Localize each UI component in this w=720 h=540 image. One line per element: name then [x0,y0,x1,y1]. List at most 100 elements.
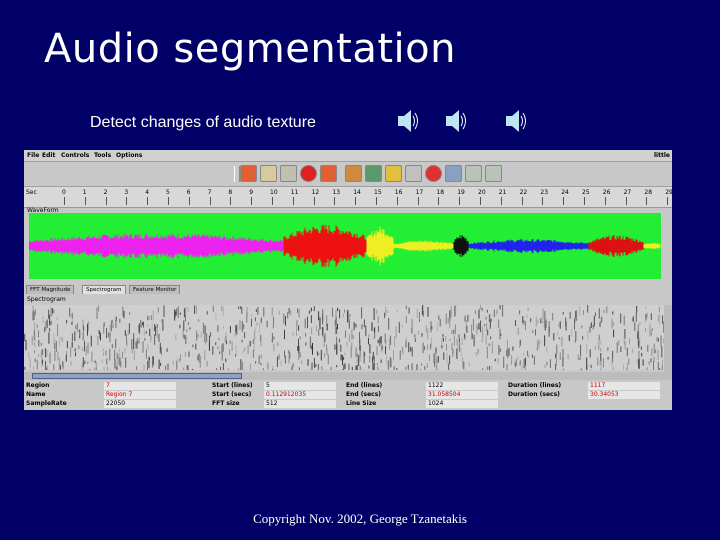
samplerate-value[interactable]: 22050 [104,400,176,408]
spectrogram-stroke [561,337,563,347]
rewind-icon[interactable] [240,165,257,182]
spectrogram-stroke [240,359,242,370]
zoom-in-icon[interactable] [465,165,482,182]
duration-lines-value[interactable]: 1117 [588,382,660,390]
menu-tools[interactable]: Tools [94,152,111,159]
spectrogram-stroke [288,308,290,314]
spectrogram-stroke [127,329,129,336]
menu-options[interactable]: Options [116,152,142,159]
spectrogram-stroke [154,323,156,332]
zoom-out-icon[interactable] [485,165,502,182]
start-secs-value[interactable]: 0.112912035 [264,391,336,399]
start-lines-value[interactable]: 5 [264,382,336,390]
speaker-icon[interactable] [396,108,420,134]
spectrogram-stroke [32,310,34,321]
spectrogram-stroke [38,354,39,358]
spectrogram-stroke [346,341,348,347]
spectrogram-stroke [351,329,353,340]
play-icon[interactable] [320,165,337,182]
time-ruler[interactable]: Sec 0 1 2 3 4 5 6 7 8 9 10 11 12 13 14 15 16 17 18 19 20 21 22… [24,187,672,208]
spectrogram-stroke [600,348,602,352]
spectrogram-stroke [427,344,429,348]
spectrogram-stroke [611,358,613,367]
spectrogram-stroke [188,351,190,357]
pointer-icon[interactable] [260,165,277,182]
horizontal-scrollbar[interactable] [24,372,672,380]
spectrogram-stroke [620,313,622,324]
line-size-value[interactable]: 1024 [426,400,498,408]
spectrogram-stroke [600,359,602,368]
spectrogram-stroke [488,366,490,370]
ruler-tick-label: 27 [623,189,632,196]
speaker-icon[interactable] [444,108,468,134]
spectrogram-stroke [87,323,88,336]
cursor-icon[interactable] [345,165,362,182]
ruler-tick [584,197,585,205]
spectrogram-stroke [478,308,480,319]
spectrogram-stroke [34,358,36,363]
spectrogram-stroke [396,368,398,370]
spectrogram-stroke [204,334,206,345]
spectrogram-stroke [519,310,521,315]
vertical-scrollbar[interactable] [664,305,672,372]
spectrogram-stroke [221,344,223,355]
spectrogram-stroke [451,343,453,351]
duration-secs-value[interactable]: 30.34053 [588,391,660,399]
spectrogram-stroke [639,338,641,344]
cart-icon[interactable] [445,165,462,182]
spectrogram-stroke [574,340,576,343]
scrollbar-thumb[interactable] [32,373,242,379]
grid-icon[interactable] [385,165,402,182]
spectrogram-stroke [540,318,542,322]
spectrogram-stroke [636,358,638,364]
end-lines-value[interactable]: 1122 [426,382,498,390]
spectrogram-stroke [139,330,141,335]
fft-size-value[interactable]: 512 [264,400,336,408]
spectrogram-stroke [305,342,307,346]
spectrogram-stroke [598,334,600,341]
spectrogram-stroke [152,310,154,321]
spectrogram-stroke [352,335,354,339]
menu-file[interactable]: File [27,152,39,159]
spectrogram-view[interactable] [24,305,666,370]
tab-fft-magnitude[interactable]: FFT Magnitude [26,285,75,294]
spectrogram-stroke [517,356,519,360]
spectrogram-stroke [523,359,525,369]
spectrogram-stroke [44,327,46,333]
spectrogram-stroke [215,342,217,345]
record-icon[interactable] [300,165,317,182]
spectrogram-stroke [632,317,634,322]
spectrogram-stroke [408,342,410,353]
ruler-tick-label: 18 [436,189,445,196]
menu-edit[interactable]: Edit [42,152,55,159]
fruit-icon[interactable] [425,165,442,182]
spectrogram-stroke [475,351,477,357]
spectrogram-stroke [590,369,592,370]
tape-icon[interactable] [280,165,297,182]
spectrogram-stroke [445,336,447,342]
spectrogram-stroke [653,343,655,354]
name-value[interactable]: Region 7 [104,391,176,399]
flask-icon[interactable] [365,165,382,182]
spectrogram-stroke [179,312,181,315]
spectrogram-stroke [135,341,137,349]
spectrogram-stroke [491,341,493,354]
stop-icon[interactable] [405,165,422,182]
spectrogram-stroke [574,321,575,330]
speaker-icon[interactable] [504,108,528,134]
spectrogram-stroke [661,346,663,358]
spectrogram-stroke [200,335,202,338]
region-value[interactable]: 7 [104,382,176,390]
waveform-view[interactable] [29,213,661,279]
spectrogram-stroke [577,357,579,361]
tab-spectrogram[interactable]: Spectrogram [82,285,126,294]
spectrogram-stroke [349,333,350,342]
spectrogram-stroke [428,354,430,362]
menu-controls[interactable]: Controls [61,152,89,159]
spectrogram-stroke [354,322,356,328]
end-secs-value[interactable]: 31.058504 [426,391,498,399]
spectrogram-stroke [482,368,484,370]
spectrogram-stroke [255,309,257,312]
spectrogram-stroke [95,367,97,370]
tab-feature-monitor[interactable]: Feature Monitor [129,285,181,294]
